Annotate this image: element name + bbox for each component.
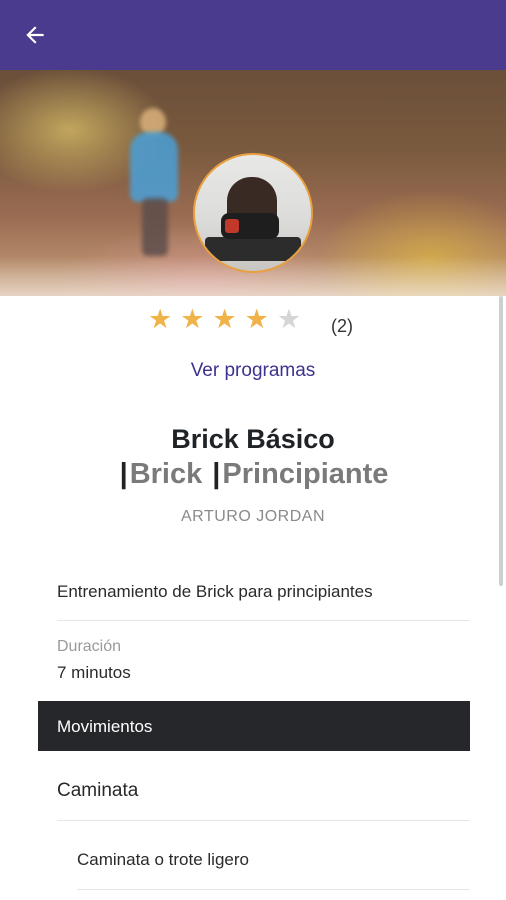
divider (57, 620, 470, 621)
workout-tags: |Brick |Principiante (0, 458, 506, 491)
duration-label: Duración (57, 638, 122, 655)
avatar-accent (225, 219, 239, 233)
star-icon: ★ (244, 304, 269, 334)
tag-separator: | (119, 458, 128, 490)
view-programs-link[interactable]: Ver programas (0, 360, 506, 382)
workout-title: Brick Básico (171, 424, 335, 454)
duration-value: 7 minutos (57, 663, 131, 682)
avatar-bench (205, 237, 301, 261)
author-name: ARTURO JORDAN (181, 508, 325, 525)
trainer-avatar (193, 153, 313, 273)
star-icon: ★ (148, 304, 173, 334)
star-icon: ★ (212, 304, 237, 334)
arrow-left-icon (26, 26, 44, 44)
tag-level: Principiante (222, 458, 389, 490)
star-empty-icon: ★ (276, 304, 302, 334)
star-icon: ★ (180, 304, 205, 334)
movements-section-label: Movimientos (57, 717, 153, 736)
runner-figure-legs (142, 198, 168, 256)
tag-separator: | (212, 458, 221, 490)
workout-description: Entrenamiento de Brick para principiante… (57, 582, 373, 601)
back-button[interactable] (18, 18, 52, 52)
movement-item[interactable]: Caminata (57, 780, 138, 802)
app-bar (0, 0, 506, 70)
runner-figure (130, 132, 178, 202)
tag-type: Brick (129, 458, 203, 490)
divider (77, 889, 470, 890)
rating-stars: ★ ★ ★ ★ ★ (148, 302, 301, 336)
movements-section-header: Movimientos (38, 701, 470, 751)
divider (57, 820, 470, 821)
scrollbar[interactable] (499, 296, 503, 586)
rating-count: (2) (331, 316, 353, 336)
movement-sub-item[interactable]: Caminata o trote ligero (77, 850, 249, 870)
